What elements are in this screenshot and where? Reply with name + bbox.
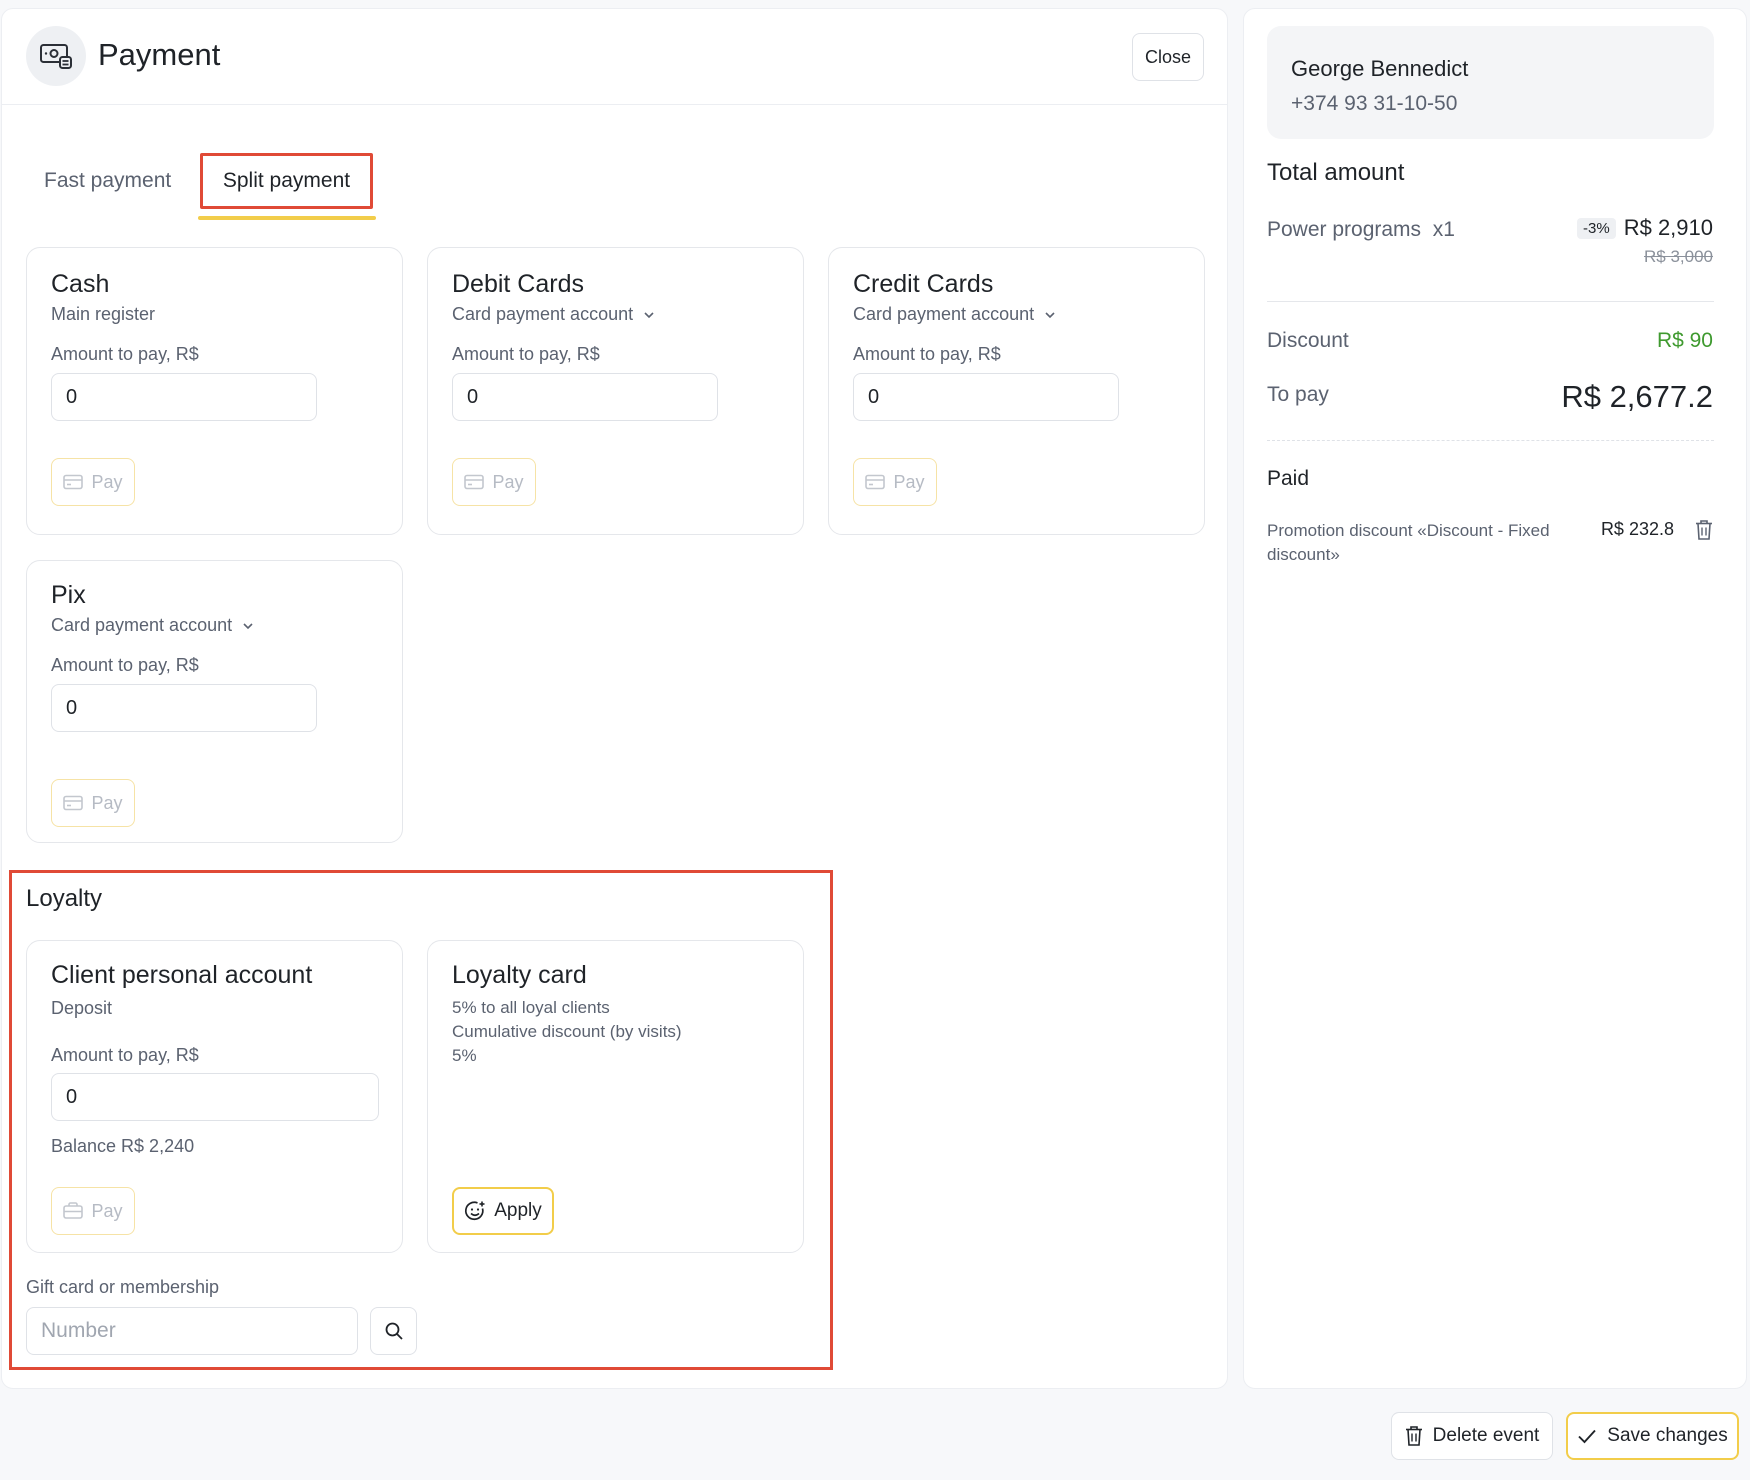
save-changes-button[interactable]: Save changes <box>1566 1412 1739 1460</box>
loyalty-section-title: Loyalty <box>26 885 103 912</box>
client-phone: +374 93 31-10-50 <box>1291 92 1458 115</box>
apply-loyalty-button[interactable]: Apply <box>452 1187 554 1235</box>
trash-icon <box>1696 520 1712 540</box>
loyalty-card-percent: 5% <box>452 1046 477 1065</box>
card-icon <box>63 795 84 811</box>
method-title: Pix <box>51 581 86 609</box>
personal-account-title: Client personal account <box>51 961 313 989</box>
discount-value: R$ 90 <box>1656 329 1713 352</box>
card-icon <box>865 474 886 490</box>
to-pay-value: R$ 2,677.2 <box>1561 379 1713 414</box>
gift-card-search-button[interactable] <box>370 1307 417 1355</box>
amount-label: Amount to pay, R$ <box>51 344 199 364</box>
payment-method-debit-cards: Debit Cards Card payment account Amount … <box>427 247 804 535</box>
cash-register-icon <box>40 44 72 69</box>
loyalty-card: Loyalty card 5% to all loyal clients Cum… <box>427 940 804 1253</box>
loyalty-card-program: 5% to all loyal clients <box>452 998 610 1017</box>
account-select[interactable]: Card payment account <box>452 304 655 325</box>
total-amount-title: Total amount <box>1267 159 1405 186</box>
card-icon <box>63 474 84 490</box>
page-title: Payment <box>98 37 221 72</box>
pix-amount-input[interactable] <box>51 684 317 732</box>
payment-method-credit-cards: Credit Cards Card payment account Amount… <box>828 247 1205 535</box>
close-button[interactable]: Close <box>1132 33 1204 81</box>
credit-amount-input[interactable] <box>853 373 1119 421</box>
amount-label: Amount to pay, R$ <box>51 655 199 675</box>
discount-badge: -3% <box>1577 217 1616 239</box>
delete-event-label: Delete event <box>1432 1425 1540 1446</box>
delete-event-button[interactable]: Delete event <box>1391 1412 1553 1460</box>
apply-label: Apply <box>494 1200 542 1221</box>
pay-label: Pay <box>492 471 524 492</box>
pay-label: Pay <box>893 471 925 492</box>
amount-label: Amount to pay, R$ <box>853 344 1001 364</box>
debit-amount-input[interactable] <box>452 373 718 421</box>
discount-label: Discount <box>1267 329 1349 352</box>
payment-header-icon <box>26 26 86 86</box>
account-select-label: Card payment account <box>452 304 634 324</box>
remove-payment-button[interactable] <box>1695 519 1713 541</box>
trash-icon <box>1405 1426 1422 1446</box>
account-select-label: Card payment account <box>51 615 233 635</box>
check-icon <box>1578 1429 1596 1444</box>
gift-card-label: Gift card or membership <box>26 1277 220 1297</box>
chevron-down-icon <box>1045 311 1055 318</box>
account-select-label: Card payment account <box>853 304 1035 324</box>
client-personal-account-card: Client personal account Deposit Amount t… <box>26 940 403 1253</box>
promotion-discount-value: R$ 232.8 <box>1600 519 1674 539</box>
client-info[interactable]: George Bennedict +374 93 31-10-50 <box>1267 26 1714 139</box>
order-summary-panel: George Bennedict +374 93 31-10-50 Total … <box>1243 8 1747 1389</box>
method-title: Debit Cards <box>452 270 584 298</box>
client-name: George Bennedict <box>1291 56 1469 81</box>
method-title: Cash <box>51 270 110 298</box>
payment-panel: Payment Close Fast payment Split payment… <box>1 8 1228 1389</box>
service-item-price: -3% R$ 2,910 <box>1577 215 1713 241</box>
loyalty-card-title: Loyalty card <box>452 961 587 989</box>
pay-label: Pay <box>91 792 123 813</box>
original-price: R$ 3,000 <box>1644 247 1713 266</box>
account-select[interactable]: Card payment account <box>853 304 1056 325</box>
payment-method-pix: Pix Card payment account Amount to pay, … <box>26 560 403 843</box>
pix-pay-button[interactable]: Pay <box>51 779 135 827</box>
card-icon <box>464 474 485 490</box>
amount-label: Amount to pay, R$ <box>51 1045 199 1065</box>
balance-text: Balance R$ 2,240 <box>51 1136 195 1156</box>
personal-account-pay-button[interactable]: Pay <box>51 1187 135 1235</box>
to-pay-label: To pay <box>1267 383 1329 406</box>
amount-label: Amount to pay, R$ <box>452 344 600 364</box>
method-register-label: Main register <box>51 304 156 324</box>
method-title: Credit Cards <box>853 270 994 298</box>
summary-divider <box>1267 301 1714 302</box>
pay-label: Pay <box>91 471 123 492</box>
chevron-down-icon <box>243 622 253 629</box>
chevron-down-icon <box>644 311 654 318</box>
summary-divider-dashed <box>1267 440 1714 441</box>
active-tab-indicator <box>198 216 376 220</box>
payment-method-cash: Cash Main register Amount to pay, R$ Pay <box>26 247 403 535</box>
wallet-icon <box>63 1202 84 1219</box>
cash-pay-button[interactable]: Pay <box>51 458 135 506</box>
service-item-name: Power programs x1 <box>1267 218 1455 241</box>
gift-card-number-input[interactable] <box>26 1307 358 1355</box>
save-changes-label: Save changes <box>1607 1425 1728 1446</box>
promotion-discount-label: Promotion discount «Discount - Fixed dis… <box>1267 521 1550 564</box>
loyalty-card-discount-type: Cumulative discount (by visits) <box>452 1022 682 1041</box>
personal-account-amount-input[interactable] <box>51 1073 379 1121</box>
smile-plus-icon <box>465 1201 485 1221</box>
method-register: Main register <box>51 304 155 325</box>
current-price: R$ 2,910 <box>1623 215 1713 240</box>
cash-amount-input[interactable] <box>51 373 317 421</box>
tab-split-payment[interactable]: Split payment <box>200 153 373 209</box>
payment-header: Payment Close <box>2 9 1227 105</box>
credit-pay-button[interactable]: Pay <box>853 458 937 506</box>
account-select[interactable]: Card payment account <box>51 615 254 636</box>
tab-fast-payment[interactable]: Fast payment <box>44 153 171 209</box>
pay-label: Pay <box>91 1200 123 1221</box>
paid-title: Paid <box>1267 467 1310 490</box>
search-icon <box>385 1322 403 1340</box>
debit-pay-button[interactable]: Pay <box>452 458 536 506</box>
personal-account-subtitle: Deposit <box>51 998 113 1018</box>
